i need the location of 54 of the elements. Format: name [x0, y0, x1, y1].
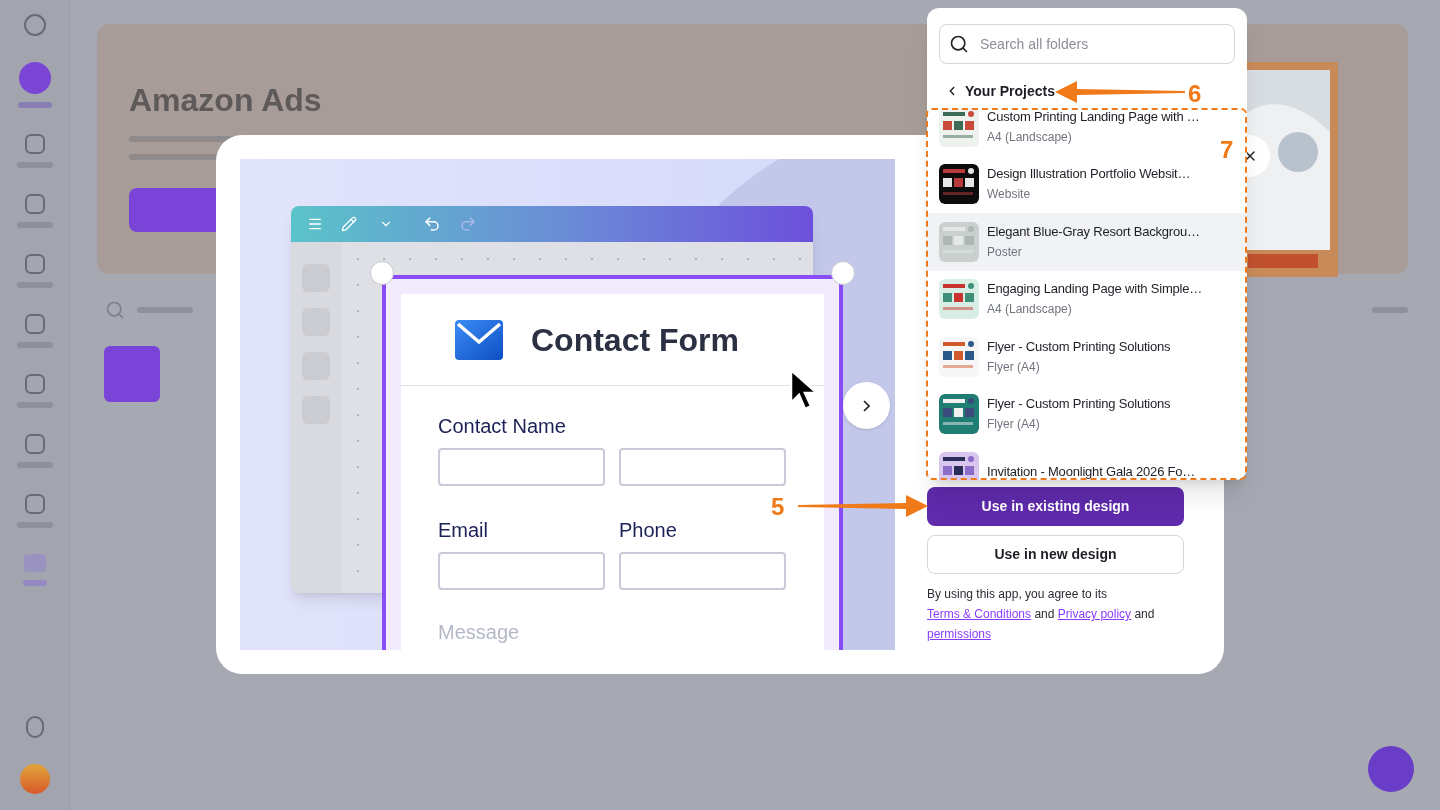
sidebar-icon[interactable] — [24, 314, 45, 334]
project-type: Flyer (A4) — [987, 358, 1041, 376]
sidebar-icon[interactable] — [24, 374, 45, 394]
sidebar-icon[interactable] — [24, 194, 45, 214]
annotation-number: 6 — [1188, 79, 1202, 109]
chevron-right-icon — [863, 399, 870, 412]
pencil-icon — [341, 216, 357, 232]
banner-title: Amazon Ads — [129, 81, 323, 120]
project-type: Website — [987, 186, 1032, 204]
create-button[interactable] — [18, 62, 51, 94]
search-icon — [949, 34, 969, 54]
field-label: Email — [438, 518, 489, 542]
sidebar-icon[interactable] — [24, 134, 45, 154]
field-label: Message — [438, 620, 521, 644]
sidebar-icon[interactable] — [24, 434, 45, 454]
field-label: Contact Name — [438, 414, 567, 438]
resize-handle[interactable] — [831, 261, 855, 285]
text-link[interactable]: Terms & Conditions — [927, 607, 1032, 621]
project-title: Flyer - Custom Printing Solutions — [987, 395, 1171, 414]
field-label: Phone — [619, 518, 678, 542]
sidebar-icon[interactable] — [24, 254, 45, 274]
project-title: Design Illustration Portfolio Websit… — [987, 165, 1191, 184]
search-icon — [105, 300, 125, 320]
secondary-button[interactable]: Use in new design — [927, 535, 1184, 574]
project-title: Custom Printing Landing Page with … — [987, 108, 1200, 126]
search-field[interactable]: Search all folders — [939, 24, 1235, 64]
next-button[interactable] — [843, 382, 890, 429]
project-type: A4 (Landscape) — [987, 301, 1073, 319]
primary-button[interactable]: Use in existing design — [927, 487, 1184, 526]
avatar[interactable] — [19, 764, 50, 794]
sidebar-icon[interactable] — [24, 494, 45, 514]
text-link[interactable]: Privacy policy — [1057, 607, 1132, 621]
project-type: A4 (Landscape) — [987, 128, 1073, 146]
terms-text: By using this app, you agree to its Terms & Conditions and Privacy policy and permissions — [927, 586, 1156, 643]
help-button[interactable] — [1368, 746, 1414, 792]
sidebar-icon[interactable] — [23, 14, 46, 36]
undo-icon — [423, 215, 441, 233]
menu-icon — [307, 216, 323, 232]
text-link[interactable]: permissions — [927, 627, 992, 641]
annotation-number: 7 — [1220, 135, 1234, 165]
result-thumbnail[interactable] — [104, 346, 160, 402]
project-title: Engaging Landing Page with Simple… — [987, 280, 1203, 299]
sidebar-icon[interactable] — [25, 716, 44, 738]
envelope-icon — [455, 319, 503, 360]
breadcrumb-title: Your Projects — [965, 81, 1055, 101]
project-item[interactable]: Elegant Blue-Gray Resort Backgrou… Poster — [927, 213, 1247, 271]
project-title: Invitation - Moonlight Gala 2026 Fo… — [987, 462, 1196, 480]
project-type: Flyer (A4) — [987, 416, 1041, 434]
project-title: Elegant Blue-Gray Resort Backgrou… — [987, 222, 1200, 241]
project-type: Poster — [987, 243, 1023, 261]
redo-icon — [459, 215, 477, 233]
form-title: Contact Form — [531, 320, 739, 360]
project-title: Flyer - Custom Printing Solutions — [987, 337, 1171, 356]
annotation-number: 5 — [771, 492, 785, 522]
